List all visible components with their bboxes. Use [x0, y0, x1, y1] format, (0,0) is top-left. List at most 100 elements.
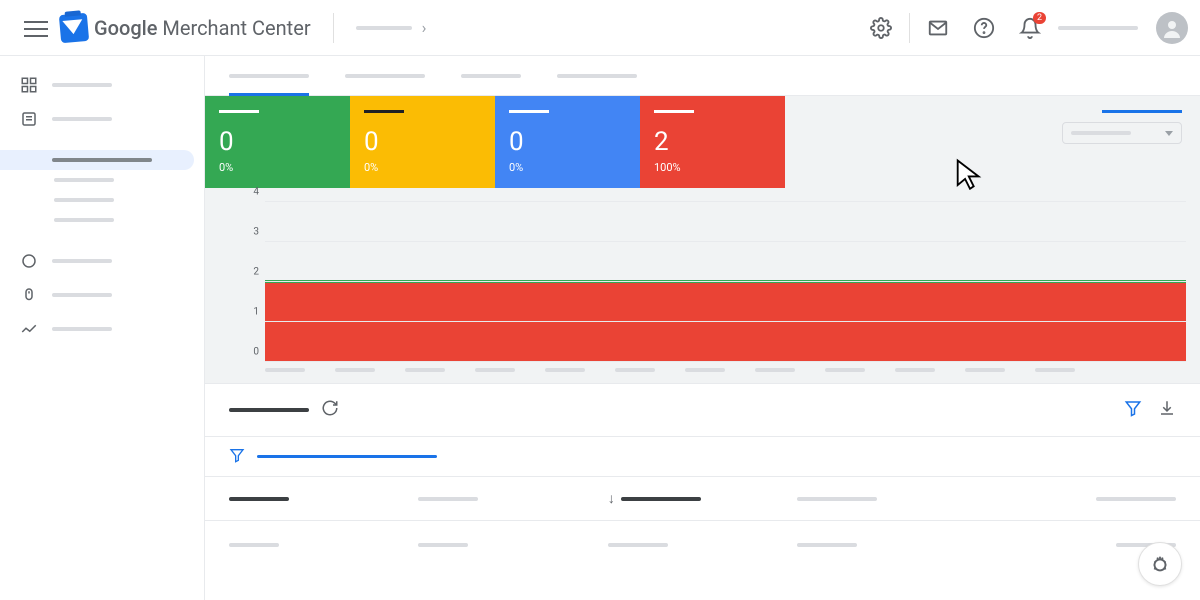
x-tick: [755, 368, 795, 372]
chevron-down-icon: [1165, 131, 1173, 136]
help-button[interactable]: [966, 10, 1002, 46]
x-tick: [685, 368, 725, 372]
sidebar-item-label: [52, 259, 112, 263]
status-card[interactable]: 00%: [350, 96, 495, 188]
view-dropdown[interactable]: [1062, 122, 1182, 144]
x-tick: [265, 368, 305, 372]
app-title: Google Merchant Center: [94, 16, 311, 40]
card-pct: 0%: [364, 161, 481, 174]
y-tick: 1: [253, 307, 259, 318]
table-header: ↓: [205, 477, 1200, 521]
sidebar-item[interactable]: [0, 150, 194, 170]
list-icon: [20, 110, 38, 128]
settings-button[interactable]: [863, 10, 899, 46]
status-card[interactable]: 00%: [495, 96, 640, 188]
sidebar-item[interactable]: [0, 190, 194, 210]
x-tick: [895, 368, 935, 372]
card-label: [654, 110, 694, 113]
mail-button[interactable]: [920, 10, 956, 46]
x-tick: [405, 368, 445, 372]
filter-bar[interactable]: [205, 437, 1200, 477]
trend-icon: [20, 320, 38, 338]
tab-label: [345, 74, 425, 78]
card-value: 2: [654, 127, 771, 157]
y-tick: 0: [253, 347, 259, 358]
breadcrumb[interactable]: ›: [333, 13, 427, 43]
funnel-icon: [229, 447, 245, 467]
tab-label: [557, 74, 637, 78]
tab-label: [229, 74, 309, 78]
status-cards: 00%00%00%2100%: [205, 96, 1200, 188]
hamburger-menu[interactable]: [24, 16, 48, 40]
download-icon: [1158, 399, 1176, 417]
column-header[interactable]: [987, 497, 1176, 501]
download-button[interactable]: [1158, 399, 1176, 421]
account-name: [1058, 26, 1138, 30]
person-icon: [1160, 16, 1184, 40]
mail-icon: [927, 17, 949, 39]
sidebar-item[interactable]: [0, 210, 194, 230]
column-header[interactable]: [797, 497, 986, 501]
circle-icon: [20, 252, 38, 270]
x-tick: [825, 368, 865, 372]
status-card[interactable]: 2 100%: [640, 96, 785, 188]
column-header[interactable]: [418, 497, 607, 501]
app-logo[interactable]: Google Merchant Center: [60, 14, 311, 42]
sidebar: [0, 56, 205, 600]
refresh-icon: [321, 399, 339, 417]
notifications-button[interactable]: 2: [1012, 10, 1048, 46]
tab[interactable]: [229, 56, 309, 96]
bug-icon: [1149, 553, 1171, 575]
x-tick: [965, 368, 1005, 372]
card-pct: 100%: [654, 161, 771, 174]
card-value: 0: [509, 127, 626, 157]
card-pct: 0%: [509, 161, 626, 174]
card-label: [219, 110, 259, 113]
dropdown-label: [1102, 110, 1182, 113]
chart-area-red: [265, 282, 1186, 362]
notification-badge: 2: [1033, 12, 1046, 24]
mouse-icon: [20, 286, 38, 304]
sidebar-item[interactable]: [0, 170, 194, 190]
mouse-cursor: [955, 158, 985, 194]
tabs: [205, 56, 1200, 96]
chart: 0 1 2 3 4: [205, 188, 1200, 383]
sidebar-item[interactable]: [0, 68, 194, 102]
sidebar-item-label: [54, 178, 114, 182]
divider: [909, 13, 910, 43]
tab[interactable]: [345, 56, 425, 96]
column-header[interactable]: ↓: [608, 490, 797, 507]
gear-icon: [870, 17, 892, 39]
chevron-right-icon: ›: [422, 18, 427, 37]
column-header[interactable]: [229, 497, 418, 501]
y-tick: 2: [253, 267, 259, 278]
sidebar-item-label: [52, 158, 152, 162]
y-tick: 4: [253, 187, 259, 198]
avatar[interactable]: [1156, 12, 1188, 44]
x-tick: [475, 368, 515, 372]
sidebar-item[interactable]: [0, 312, 194, 346]
table-row[interactable]: [205, 521, 1200, 569]
sidebar-item-label: [52, 293, 112, 297]
filter-button[interactable]: [1124, 399, 1142, 421]
sidebar-item[interactable]: [0, 244, 194, 278]
card-pct: 0%: [219, 161, 336, 174]
funnel-icon: [1124, 399, 1142, 417]
table-toolbar: [205, 383, 1200, 437]
sidebar-item-label: [52, 83, 112, 87]
merchant-tag-icon: [59, 12, 89, 42]
toolbar-label: [229, 408, 309, 412]
sidebar-item[interactable]: [0, 102, 194, 136]
y-tick: 3: [253, 227, 259, 238]
tab[interactable]: [557, 56, 637, 96]
tab[interactable]: [461, 56, 521, 96]
feedback-button[interactable]: [1138, 542, 1182, 586]
refresh-button[interactable]: [321, 399, 339, 421]
tab-label: [461, 74, 521, 78]
sidebar-item-label: [54, 198, 114, 202]
sidebar-item[interactable]: [0, 278, 194, 312]
status-card[interactable]: 00%: [205, 96, 350, 188]
sidebar-item-label: [52, 117, 112, 121]
sidebar-item-label: [54, 218, 114, 222]
filter-text: [257, 455, 437, 458]
